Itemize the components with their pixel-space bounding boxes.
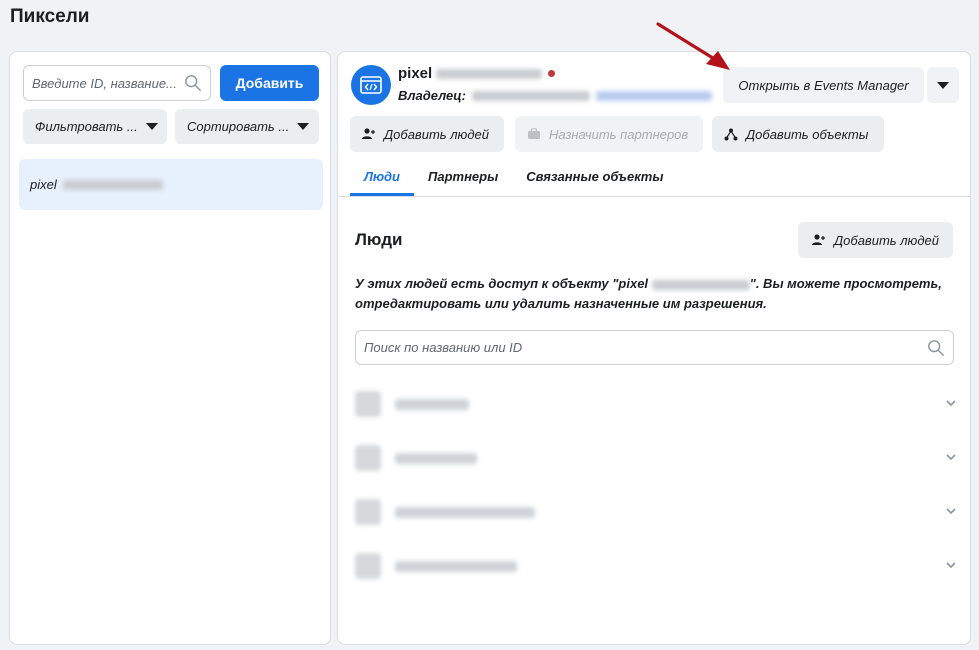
tab-people[interactable]: Люди bbox=[350, 156, 414, 196]
person-avatar bbox=[355, 499, 381, 525]
assign-partners-button[interactable]: Назначить партнеров bbox=[515, 116, 703, 152]
person-avatar bbox=[355, 445, 381, 471]
people-section-title: Люди bbox=[355, 230, 403, 249]
tab-linked-objects[interactable]: Связанные объекты bbox=[512, 156, 677, 196]
person-avatar bbox=[355, 391, 381, 417]
add-people-secondary-label: Добавить людей bbox=[834, 232, 939, 248]
page-title: Пиксели bbox=[10, 6, 90, 27]
search-icon bbox=[928, 339, 944, 356]
pixel-list-panel: Добавить Фильтровать ... Сортировать ...… bbox=[9, 51, 331, 645]
annotation-arrow-icon bbox=[656, 22, 730, 70]
pixel-search-box[interactable] bbox=[23, 65, 211, 101]
desc-part-1: У этих людей есть доступ к объекту "pixe… bbox=[355, 276, 649, 291]
chevron-down-icon[interactable] bbox=[944, 450, 958, 464]
filter-button[interactable]: Фильтровать ... bbox=[23, 109, 167, 144]
add-people-secondary-button[interactable]: Добавить людей bbox=[798, 222, 953, 258]
people-search-input[interactable] bbox=[364, 340, 927, 355]
briefcase-icon bbox=[528, 128, 540, 139]
filter-label: Фильтровать ... bbox=[35, 119, 138, 134]
pixel-name: pixel bbox=[398, 65, 556, 82]
add-objects-label: Добавить объекты bbox=[746, 126, 869, 142]
chevron-down-icon[interactable] bbox=[944, 558, 958, 572]
owner-line: Владелец: bbox=[398, 88, 713, 103]
person-avatar bbox=[355, 553, 381, 579]
add-person-icon bbox=[362, 128, 375, 139]
connected-nodes-icon bbox=[724, 128, 738, 140]
add-pixel-button[interactable]: Добавить bbox=[220, 65, 319, 101]
sort-label: Сортировать ... bbox=[187, 119, 290, 134]
redacted-person-name bbox=[395, 506, 535, 518]
add-people-label: Добавить людей bbox=[384, 126, 489, 142]
open-events-manager-button[interactable]: Открыть в Events Manager bbox=[723, 67, 924, 103]
people-search-box[interactable] bbox=[355, 330, 954, 365]
chevron-down-icon[interactable] bbox=[944, 504, 958, 518]
redacted-text bbox=[62, 179, 163, 190]
events-manager-dropdown-button[interactable] bbox=[927, 67, 959, 103]
person-row[interactable] bbox=[355, 384, 958, 424]
pixel-search-input[interactable] bbox=[32, 75, 184, 91]
tab-partners[interactable]: Партнеры bbox=[414, 156, 512, 196]
caret-down-icon bbox=[937, 81, 949, 89]
tabs-divider bbox=[338, 196, 970, 197]
redacted-text bbox=[436, 68, 543, 79]
add-person-icon bbox=[812, 234, 825, 245]
redacted-text bbox=[651, 279, 750, 290]
person-row[interactable] bbox=[355, 438, 958, 478]
pixel-details-panel: pixel Владелец: Открыть в Events Manager… bbox=[337, 51, 971, 645]
pixel-name-label: pixel bbox=[398, 65, 433, 82]
pixel-avatar bbox=[351, 65, 391, 105]
person-row[interactable] bbox=[355, 492, 958, 532]
people-description: У этих людей есть доступ к объекту "pixe… bbox=[355, 274, 950, 314]
pixel-list-item-label: pixel bbox=[30, 177, 57, 192]
redacted-person-name bbox=[395, 452, 477, 464]
chevron-down-icon[interactable] bbox=[944, 396, 958, 410]
status-dot-icon bbox=[548, 70, 556, 77]
caret-down-icon bbox=[297, 123, 310, 130]
code-window-icon bbox=[360, 76, 382, 94]
search-icon bbox=[185, 75, 201, 91]
sort-button[interactable]: Сортировать ... bbox=[175, 109, 319, 144]
caret-down-icon bbox=[145, 123, 158, 130]
redacted-person-name bbox=[395, 398, 469, 410]
add-people-button[interactable]: Добавить людей bbox=[350, 116, 504, 152]
person-row[interactable] bbox=[355, 546, 958, 586]
redacted-text bbox=[472, 90, 591, 101]
assign-partners-label: Назначить партнеров bbox=[549, 126, 689, 142]
add-objects-button[interactable]: Добавить объекты bbox=[712, 116, 884, 152]
redacted-link[interactable] bbox=[596, 90, 713, 101]
pixel-list-item[interactable]: pixel bbox=[19, 159, 323, 210]
redacted-person-name bbox=[395, 560, 517, 572]
owner-label: Владелец: bbox=[398, 88, 467, 103]
detail-tabs: Люди Партнеры Связанные объекты bbox=[350, 156, 677, 196]
